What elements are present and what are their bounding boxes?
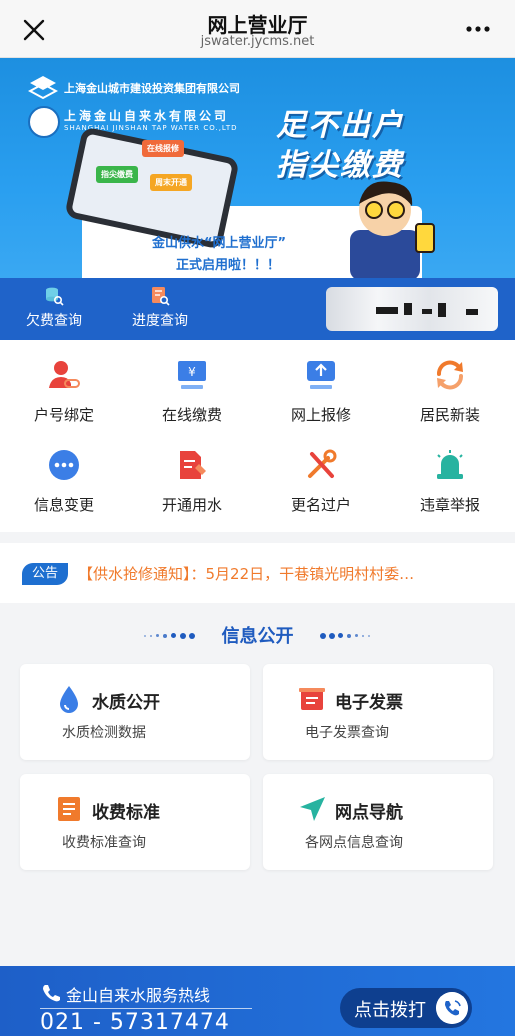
invoice-icon <box>299 688 325 710</box>
hotline-divider <box>40 1008 252 1009</box>
user-link-icon <box>49 361 80 388</box>
cartoon-character-illustration <box>350 181 435 278</box>
service-account-bind[interactable]: 户号绑定 <box>0 358 128 425</box>
card-subtitle: 水质检测数据 <box>62 725 146 741</box>
service-label: 网上报修 <box>290 406 351 424</box>
water-company-logo-icon <box>28 106 60 138</box>
card-e-invoice[interactable]: 电子发票 电子发票查询 <box>263 664 493 760</box>
announcement-badge: 公告 <box>22 563 68 585</box>
service-label: 违章举报 <box>419 496 480 514</box>
arrears-query-label: 欠费查询 <box>26 313 82 329</box>
service-label: 开通用水 <box>161 496 222 514</box>
service-hotline-bar: 金山自来水服务热线 021 - 57317474 点击拨打 <box>0 966 515 1036</box>
page-domain: jswater.jycms.net <box>200 34 315 49</box>
navigation-arrow-icon <box>300 797 325 821</box>
service-label: 居民新装 <box>419 406 480 424</box>
service-online-pay[interactable]: ¥ 在线缴费 <box>128 358 256 425</box>
service-label: 在线缴费 <box>161 406 222 424</box>
service-new-install[interactable]: 居民新装 <box>386 358 514 425</box>
redacted-user-info <box>326 287 498 331</box>
banner-launch-line-1: 金山供水“网上营业厅” <box>152 236 287 251</box>
service-open-water[interactable]: 开通用水 <box>128 448 256 515</box>
service-label: 更名过户 <box>290 496 351 514</box>
company-name-group: 上海金山城市建设投资集团有限公司 <box>64 82 240 95</box>
card-subtitle: 电子发票查询 <box>305 725 389 741</box>
announcement-bar[interactable]: 公告 【供水抢修通知】：5月22日，干巷镇光明村村委… <box>0 543 515 603</box>
database-search-icon <box>46 287 64 306</box>
card-fee-standard[interactable]: 收费标准 收费标准查询 <box>20 774 250 870</box>
yuan-monitor-icon: ¥ <box>178 361 206 389</box>
company-name-water: 上海金山自来水有限公司 <box>64 109 230 123</box>
banner-tag-repair: 在线报修 <box>142 140 184 157</box>
service-grid: 户号绑定 ¥ 在线缴费 网上报修 居民新装 信息变更 开通用水 更名过户 违章举… <box>0 340 515 532</box>
banner-slogan-1: 足不出户 <box>276 108 404 143</box>
service-violation-report[interactable]: 违章举报 <box>386 448 514 515</box>
more-dots-icon <box>49 450 79 480</box>
banner-tag-pay: 指尖缴费 <box>96 166 138 183</box>
refresh-icon <box>437 360 463 390</box>
call-button-label: 点击拨打 <box>354 1000 426 1021</box>
call-button[interactable]: 点击拨打 <box>340 988 472 1028</box>
card-title: 网点导航 <box>335 803 403 823</box>
card-water-quality[interactable]: 水质公开 水质检测数据 <box>20 664 250 760</box>
section-title-info-public: 信息公开 <box>221 626 294 647</box>
company-logo-icon <box>28 76 58 100</box>
phone-call-icon <box>436 992 468 1024</box>
card-title: 电子发票 <box>335 693 403 713</box>
alarm-icon <box>437 450 463 479</box>
svg-text:¥: ¥ <box>188 365 196 379</box>
hotline-phone-icon <box>43 985 60 1002</box>
service-online-repair[interactable]: 网上报修 <box>257 358 385 425</box>
arrears-query-button[interactable]: 欠费查询 <box>14 286 94 330</box>
card-subtitle: 各网点信息查询 <box>305 835 403 851</box>
section-title-decoration-right <box>320 633 372 639</box>
navigation-bar: 网上营业厅 jswater.jycms.net <box>0 0 515 58</box>
banner-launch-line-2: 正式启用啦！！！ <box>176 258 281 273</box>
service-name-transfer[interactable]: 更名过户 <box>257 448 385 515</box>
progress-query-button[interactable]: 进度查询 <box>120 286 200 330</box>
service-label: 信息变更 <box>33 496 94 514</box>
list-document-icon <box>58 797 80 821</box>
quick-query-bar: 欠费查询 进度查询 <box>0 278 515 340</box>
hotline-number: 021 - 57317474 <box>40 1010 230 1035</box>
banner-tag-weekend: 周末开通 <box>150 174 192 191</box>
announcement-text[interactable]: 【供水抢修通知】：5月22日，干巷镇光明村村委… <box>78 563 493 584</box>
document-search-icon <box>152 287 170 306</box>
card-title: 水质公开 <box>92 693 160 713</box>
card-branch-navigation[interactable]: 网点导航 各网点信息查询 <box>263 774 493 870</box>
card-subtitle: 收费标准查询 <box>62 835 146 851</box>
card-title: 收费标准 <box>92 803 160 823</box>
tools-icon <box>308 449 337 478</box>
edit-document-icon <box>180 451 206 479</box>
upload-monitor-icon <box>307 361 335 389</box>
promo-banner[interactable]: 上海金山城市建设投资集团有限公司 上海金山自来水有限公司 SHANGHAI JI… <box>0 58 515 278</box>
progress-query-label: 进度查询 <box>132 313 188 329</box>
service-label: 户号绑定 <box>33 406 94 424</box>
more-menu-icon[interactable] <box>463 17 493 41</box>
hotline-title: 金山自来水服务热线 <box>66 986 211 1005</box>
water-drop-icon <box>60 686 78 713</box>
service-info-change[interactable]: 信息变更 <box>0 448 128 515</box>
